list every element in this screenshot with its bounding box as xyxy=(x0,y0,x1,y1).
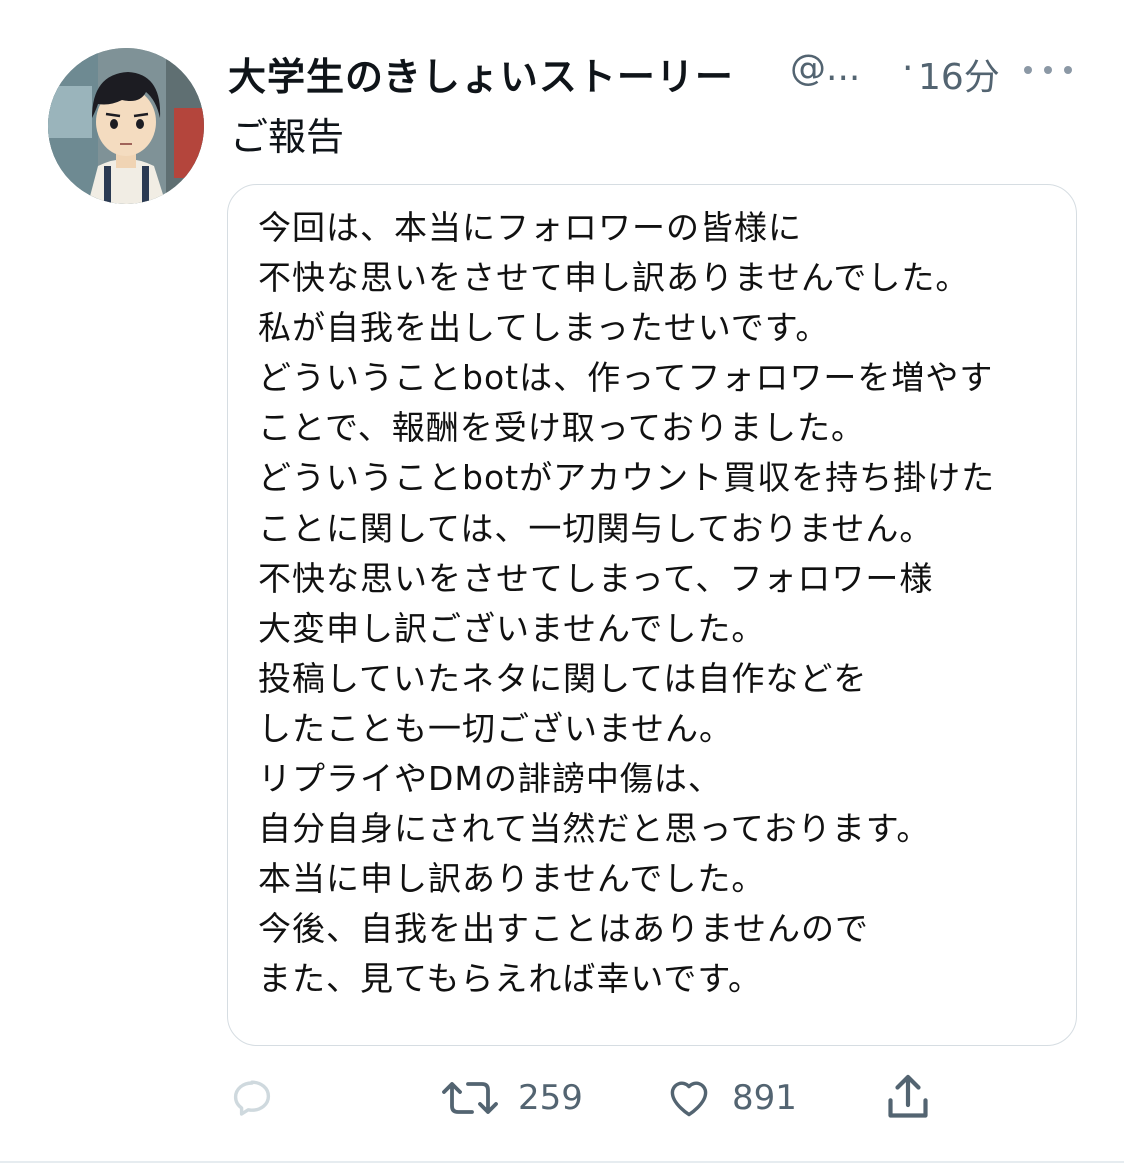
reply-icon xyxy=(233,1080,271,1116)
more-dot xyxy=(1064,66,1072,74)
image-text-line: 自分自身にされて当然だと思っております。 xyxy=(258,809,931,849)
like-count: 891 xyxy=(732,1078,797,1118)
image-text-line: 不快な思いをさせてしまって、フォロワー様 xyxy=(258,558,934,598)
image-text-line: 本当に申し訳ありませんでした。 xyxy=(258,859,766,899)
image-text-line: 投稿していたネタに関しては自作などを xyxy=(258,658,868,698)
image-text-line: 今回は、本当にフォロワーの皆様に xyxy=(258,208,802,247)
image-text-line: したことも一切ございません。 xyxy=(258,708,734,748)
tweet-header: 大学生のきしょいストーリー @... · 16分 xyxy=(228,42,1088,100)
image-text-line: リプライやDMの誹謗中傷は、 xyxy=(258,759,722,799)
image-text-line: 今後、自我を出すことはありませんので xyxy=(258,909,870,949)
image-text-line: 私が自我を出してしまったせいです。 xyxy=(258,308,830,348)
image-text-line: どういうことbotがアカウント買収を持ち掛けた xyxy=(258,458,996,498)
divider xyxy=(0,1161,1124,1163)
share-icon xyxy=(888,1074,928,1118)
more-options-icon[interactable] xyxy=(1020,50,1076,90)
image-text-line: どういうことbotは、作ってフォロワーを増やす xyxy=(258,358,994,398)
image-text-line: ことに関しては、一切関与しておりません。 xyxy=(258,508,934,548)
user-handle[interactable]: @... xyxy=(790,48,860,89)
reply-button[interactable] xyxy=(228,1068,294,1128)
like-button[interactable]: 891 xyxy=(664,1068,797,1128)
header-separator: · xyxy=(902,48,914,89)
retweet-button[interactable]: 259 xyxy=(440,1068,583,1128)
more-dot xyxy=(1024,66,1032,74)
tweet-timestamp[interactable]: 16分 xyxy=(918,48,1000,100)
image-text-line: 不快な思いをさせて申し訳ありませんでした。 xyxy=(258,258,970,298)
retweet-icon xyxy=(442,1082,498,1114)
image-text-line: 大変申し訳ございませんでした。 xyxy=(258,608,766,648)
heart-icon xyxy=(670,1081,708,1117)
tweet-text: ご報告 xyxy=(230,115,345,159)
avatar[interactable] xyxy=(48,48,204,204)
retweet-count: 259 xyxy=(518,1078,583,1118)
more-dot xyxy=(1044,66,1052,74)
image-text-block: 今回は、本当にフォロワーの皆様に 不快な思いをさせて申し訳ありませんでした。 私… xyxy=(258,203,995,1005)
attached-image[interactable]: 今回は、本当にフォロワーの皆様に 不快な思いをさせて申し訳ありませんでした。 私… xyxy=(227,184,1077,1046)
display-name[interactable]: 大学生のきしょいストーリー xyxy=(228,46,734,101)
share-button[interactable] xyxy=(880,1068,936,1128)
image-text-line: ことで、報酬を受け取っておりました。 xyxy=(258,408,866,448)
image-text-line: また、見てもらえれば幸いです。 xyxy=(258,959,763,999)
anime-boy-avatar-icon xyxy=(48,48,204,204)
tweet-actions: 259 891 xyxy=(0,1068,1124,1128)
